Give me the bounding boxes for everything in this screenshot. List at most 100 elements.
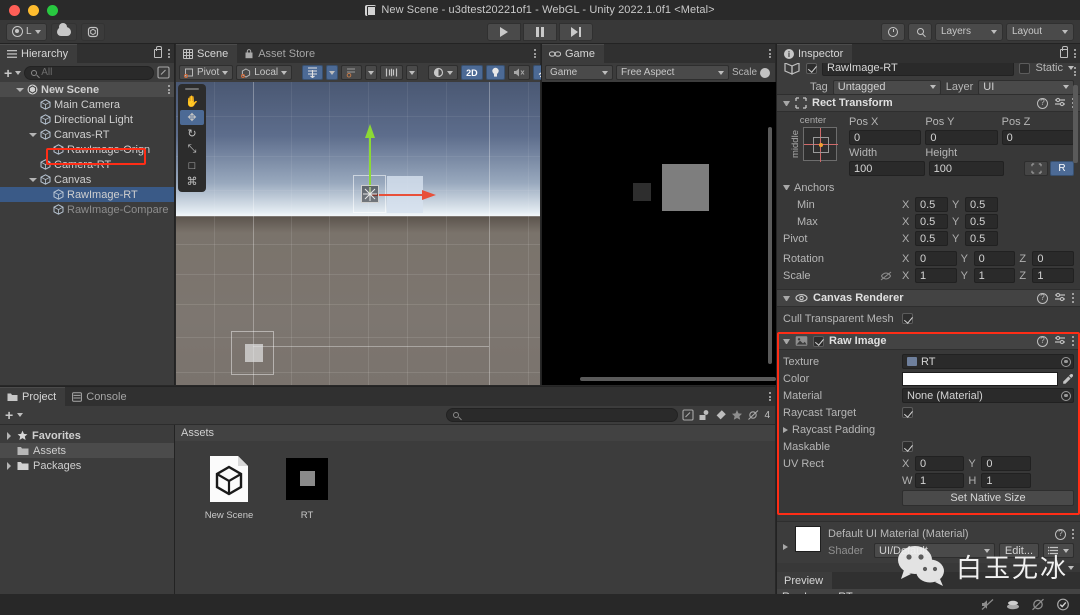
inspector-menu-icon[interactable] — [1074, 48, 1076, 59]
raw-edit-mode-button[interactable]: R — [1050, 161, 1075, 176]
hierarchy-item-camera-rt[interactable]: Camera-RT — [0, 157, 174, 172]
edit-shader-button[interactable]: Edit... — [998, 543, 1039, 558]
project-folder-tree[interactable]: Favorites Assets Packages — [0, 425, 175, 595]
tab-project[interactable]: Project — [0, 387, 66, 406]
scene-menu-icon[interactable] — [534, 48, 536, 59]
color-swatch-field[interactable] — [902, 371, 1058, 386]
chevron-down-icon[interactable] — [15, 70, 22, 75]
anchor-min-y-field[interactable]: 0.5 — [965, 197, 998, 212]
project-tree-item-assets[interactable]: Assets — [0, 443, 174, 458]
component-header-canvas-renderer[interactable]: Canvas Renderer ? — [777, 289, 1080, 307]
preview-menu-icon[interactable] — [1074, 66, 1076, 77]
mute-audio-icon[interactable] — [981, 598, 995, 611]
history-button[interactable] — [881, 22, 905, 41]
hierarchy-item-canvas-rt[interactable]: Canvas-RT — [0, 127, 174, 142]
chevron-down-icon[interactable] — [17, 413, 24, 417]
tab-hierarchy[interactable]: Hierarchy — [0, 44, 78, 63]
anchor-max-x-field[interactable]: 0.5 — [915, 214, 948, 229]
texture-object-field[interactable]: RT — [902, 354, 1074, 369]
shader-dropdown[interactable]: UI/Default — [874, 543, 995, 558]
uv-y-field[interactable]: 0 — [981, 456, 1031, 471]
shading-mode-dropdown[interactable] — [428, 65, 459, 80]
layers-dropdown[interactable]: Layers — [935, 22, 1003, 41]
height-field[interactable]: 100 — [928, 161, 1005, 176]
hierarchy-item-canvas[interactable]: Canvas — [0, 172, 174, 187]
component-menu-icon[interactable] — [1072, 336, 1074, 346]
raycast-target-checkbox[interactable] — [902, 407, 913, 418]
pivot-toggle[interactable]: Pivot — [179, 65, 234, 80]
anchor-max-y-field[interactable]: 0.5 — [965, 214, 998, 229]
scale-x-field[interactable]: 1 — [915, 268, 957, 283]
object-name-field[interactable]: RawImage-RT — [822, 63, 1015, 76]
inspector-scrollbar[interactable] — [1073, 85, 1078, 163]
help-icon[interactable]: ? — [1037, 335, 1048, 347]
help-icon[interactable]: ? — [1037, 97, 1048, 109]
collab-icon[interactable] — [1006, 598, 1020, 611]
transform-tool-icon[interactable]: ⌘ — [180, 174, 204, 189]
hierarchy-item-directional-light[interactable]: Directional Light — [0, 112, 174, 127]
gameobject-enabled-checkbox[interactable] — [806, 63, 817, 74]
raw-image-enabled-checkbox[interactable] — [813, 335, 824, 347]
uv-x-field[interactable]: 0 — [915, 456, 965, 471]
snap-increment-toggle[interactable] — [341, 65, 363, 80]
tab-scene[interactable]: Scene — [176, 44, 238, 63]
no-preview-icon[interactable] — [1031, 598, 1045, 611]
rotation-x-field[interactable]: 0 — [915, 251, 957, 266]
game-horizontal-scrollbar[interactable] — [580, 377, 776, 381]
project-menu-icon[interactable] — [769, 391, 771, 402]
hidden-packages-icon[interactable] — [747, 409, 760, 421]
tab-asset-store[interactable]: Asset Store — [237, 44, 325, 63]
project-search-input[interactable] — [446, 408, 679, 422]
scale-y-field[interactable]: 1 — [973, 268, 1016, 283]
chevron-down-icon[interactable] — [1068, 565, 1074, 570]
component-header-raw-image[interactable]: Raw Image ? — [777, 332, 1080, 350]
global-search-button[interactable] — [908, 22, 932, 41]
asset-item[interactable]: RT — [279, 455, 335, 521]
rotate-tool-icon[interactable]: ↻ — [180, 126, 204, 141]
aspect-dropdown[interactable]: Free Aspect — [616, 65, 729, 80]
chevron-down-icon[interactable] — [783, 338, 790, 344]
blueprint-mode-button[interactable] — [1024, 161, 1049, 176]
object-picker-icon[interactable] — [1061, 356, 1071, 367]
snap-increment-dropdown[interactable] — [365, 65, 378, 80]
tab-preview[interactable]: Preview — [777, 572, 833, 589]
hierarchy-item-main-camera[interactable]: Main Camera — [0, 97, 174, 112]
scale-z-field[interactable]: 1 — [1032, 268, 1075, 283]
set-native-size-button[interactable]: Set Native Size — [902, 489, 1074, 506]
uv-w-field[interactable]: 1 — [915, 473, 965, 488]
hierarchy-tree[interactable]: New Scene Main Camera Directional Light Can… — [0, 82, 174, 385]
project-tree-item-packages[interactable]: Packages — [0, 458, 174, 473]
chevron-right-icon[interactable] — [783, 544, 788, 550]
preset-icon[interactable] — [1054, 292, 1066, 304]
move-gizmo[interactable] — [336, 122, 466, 222]
palette-grip[interactable] — [185, 88, 199, 90]
scale-slider-knob[interactable] — [760, 67, 771, 78]
filter-by-label-icon[interactable] — [715, 409, 727, 421]
create-asset-button[interactable]: + — [5, 408, 13, 422]
game-viewport[interactable] — [542, 82, 776, 385]
anchor-preset-button[interactable] — [802, 127, 838, 162]
hierarchy-menu-icon[interactable] — [168, 48, 170, 59]
pivot-y-field[interactable]: 0.5 — [965, 231, 998, 246]
scale-tool-icon[interactable]: ⤡ — [180, 142, 204, 157]
scene-context-menu-icon[interactable] — [168, 84, 170, 95]
pos-x-field[interactable]: 0 — [849, 130, 922, 145]
star-icon[interactable] — [731, 409, 743, 421]
chevron-right-icon[interactable] — [783, 426, 788, 433]
eyedropper-icon[interactable] — [1062, 373, 1074, 385]
preset-icon[interactable] — [1054, 335, 1066, 347]
pos-y-field[interactable]: 0 — [925, 130, 998, 145]
2d-toggle[interactable]: 2D — [461, 65, 483, 80]
chevron-down-icon[interactable] — [15, 85, 24, 94]
width-field[interactable]: 100 — [849, 161, 925, 176]
audio-toggle[interactable] — [507, 65, 530, 80]
tab-inspector[interactable]: i Inspector — [777, 44, 853, 63]
help-icon[interactable]: ? — [1037, 292, 1048, 304]
anchor-min-x-field[interactable]: 0.5 — [915, 197, 948, 212]
check-icon[interactable] — [1056, 598, 1070, 611]
gizmo-center-handle[interactable] — [361, 185, 379, 203]
grid-snap-dropdown[interactable] — [326, 65, 339, 80]
project-tree-item-favorites[interactable]: Favorites — [0, 428, 174, 443]
display-dropdown[interactable]: Game — [545, 65, 613, 80]
chevron-down-icon[interactable] — [783, 185, 790, 190]
